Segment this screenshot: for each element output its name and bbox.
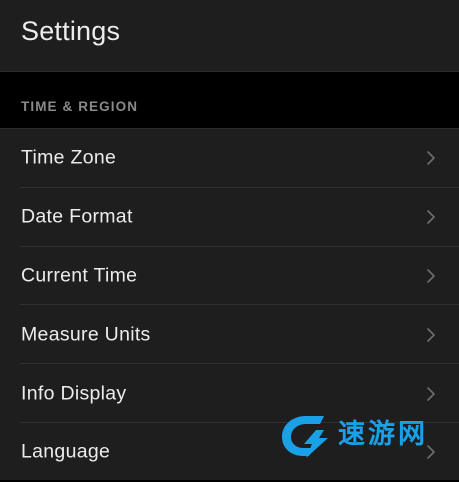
chevron-right-icon (427, 151, 435, 166)
settings-item-label: Current Time (21, 264, 138, 287)
settings-item-label: Time Zone (21, 146, 117, 169)
settings-item-label: Language (21, 440, 111, 463)
section-header-label: TIME & REGION (21, 99, 139, 114)
watermark: 速游网 (276, 412, 446, 462)
settings-item-measure-units[interactable]: Measure Units (0, 305, 459, 364)
settings-item-time-zone[interactable]: Time Zone (0, 129, 459, 188)
settings-item-label: Info Display (21, 382, 127, 405)
settings-item-date-format[interactable]: Date Format (0, 188, 459, 247)
chevron-right-icon (427, 386, 435, 401)
settings-item-current-time[interactable]: Current Time (0, 247, 459, 306)
settings-item-label: Date Format (21, 205, 133, 228)
settings-item-label: Measure Units (21, 323, 151, 346)
page-title: Settings (21, 16, 121, 46)
chevron-right-icon (427, 269, 435, 283)
watermark-text: 速游网 (338, 419, 428, 450)
header-bar: Settings (0, 0, 459, 72)
chevron-right-icon (427, 210, 435, 224)
chevron-right-icon (427, 327, 435, 342)
lightning-logo-icon (282, 416, 328, 458)
